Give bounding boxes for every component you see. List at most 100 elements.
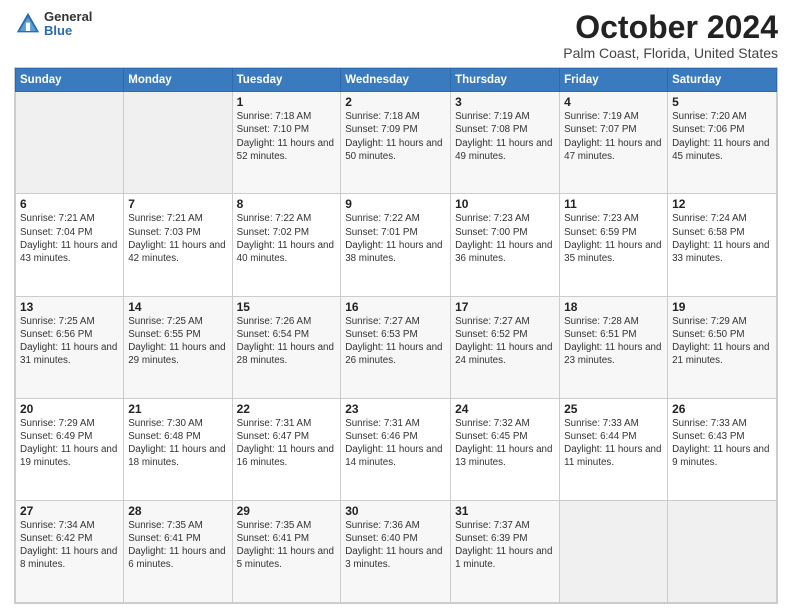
calendar-cell: 10Sunrise: 7:23 AM Sunset: 7:00 PM Dayli…	[451, 194, 560, 296]
day-info: Sunrise: 7:27 AM Sunset: 6:53 PM Dayligh…	[345, 315, 446, 368]
col-sunday: Sunday	[16, 69, 124, 92]
day-info: Sunrise: 7:23 AM Sunset: 7:00 PM Dayligh…	[455, 212, 555, 265]
calendar-table: Sunday Monday Tuesday Wednesday Thursday…	[15, 68, 777, 603]
day-number: 19	[672, 300, 772, 314]
calendar-cell: 29Sunrise: 7:35 AM Sunset: 6:41 PM Dayli…	[232, 500, 341, 602]
col-monday: Monday	[124, 69, 232, 92]
col-saturday: Saturday	[668, 69, 777, 92]
day-number: 24	[455, 402, 555, 416]
col-wednesday: Wednesday	[341, 69, 451, 92]
calendar: Sunday Monday Tuesday Wednesday Thursday…	[14, 67, 778, 604]
logo-blue: Blue	[44, 24, 92, 38]
day-number: 11	[564, 197, 663, 211]
day-info: Sunrise: 7:26 AM Sunset: 6:54 PM Dayligh…	[237, 315, 337, 368]
calendar-cell	[124, 92, 232, 194]
day-number: 14	[128, 300, 227, 314]
calendar-cell: 13Sunrise: 7:25 AM Sunset: 6:56 PM Dayli…	[16, 296, 124, 398]
calendar-cell: 28Sunrise: 7:35 AM Sunset: 6:41 PM Dayli…	[124, 500, 232, 602]
day-info: Sunrise: 7:18 AM Sunset: 7:10 PM Dayligh…	[237, 110, 337, 163]
title-block: October 2024 Palm Coast, Florida, United…	[563, 10, 778, 61]
calendar-cell: 31Sunrise: 7:37 AM Sunset: 6:39 PM Dayli…	[451, 500, 560, 602]
day-info: Sunrise: 7:27 AM Sunset: 6:52 PM Dayligh…	[455, 315, 555, 368]
logo-general: General	[44, 10, 92, 24]
day-info: Sunrise: 7:18 AM Sunset: 7:09 PM Dayligh…	[345, 110, 446, 163]
header: General Blue October 2024 Palm Coast, Fl…	[14, 10, 778, 61]
day-number: 28	[128, 504, 227, 518]
day-info: Sunrise: 7:31 AM Sunset: 6:47 PM Dayligh…	[237, 417, 337, 470]
day-info: Sunrise: 7:28 AM Sunset: 6:51 PM Dayligh…	[564, 315, 663, 368]
day-number: 17	[455, 300, 555, 314]
day-info: Sunrise: 7:35 AM Sunset: 6:41 PM Dayligh…	[128, 519, 227, 572]
day-info: Sunrise: 7:19 AM Sunset: 7:08 PM Dayligh…	[455, 110, 555, 163]
logo-text: General Blue	[44, 10, 92, 39]
day-number: 13	[20, 300, 119, 314]
day-info: Sunrise: 7:36 AM Sunset: 6:40 PM Dayligh…	[345, 519, 446, 572]
calendar-week-3: 13Sunrise: 7:25 AM Sunset: 6:56 PM Dayli…	[16, 296, 777, 398]
day-info: Sunrise: 7:29 AM Sunset: 6:50 PM Dayligh…	[672, 315, 772, 368]
calendar-cell: 12Sunrise: 7:24 AM Sunset: 6:58 PM Dayli…	[668, 194, 777, 296]
calendar-cell: 17Sunrise: 7:27 AM Sunset: 6:52 PM Dayli…	[451, 296, 560, 398]
calendar-cell: 2Sunrise: 7:18 AM Sunset: 7:09 PM Daylig…	[341, 92, 451, 194]
page: General Blue October 2024 Palm Coast, Fl…	[0, 0, 792, 612]
calendar-body: 1Sunrise: 7:18 AM Sunset: 7:10 PM Daylig…	[16, 92, 777, 603]
calendar-cell: 20Sunrise: 7:29 AM Sunset: 6:49 PM Dayli…	[16, 398, 124, 500]
page-subtitle: Palm Coast, Florida, United States	[563, 45, 778, 61]
day-number: 9	[345, 197, 446, 211]
calendar-cell: 3Sunrise: 7:19 AM Sunset: 7:08 PM Daylig…	[451, 92, 560, 194]
logo: General Blue	[14, 10, 92, 39]
day-number: 8	[237, 197, 337, 211]
calendar-week-1: 1Sunrise: 7:18 AM Sunset: 7:10 PM Daylig…	[16, 92, 777, 194]
day-number: 16	[345, 300, 446, 314]
day-info: Sunrise: 7:31 AM Sunset: 6:46 PM Dayligh…	[345, 417, 446, 470]
day-number: 2	[345, 95, 446, 109]
calendar-cell: 25Sunrise: 7:33 AM Sunset: 6:44 PM Dayli…	[560, 398, 668, 500]
calendar-cell	[668, 500, 777, 602]
day-number: 15	[237, 300, 337, 314]
calendar-cell: 27Sunrise: 7:34 AM Sunset: 6:42 PM Dayli…	[16, 500, 124, 602]
calendar-cell: 15Sunrise: 7:26 AM Sunset: 6:54 PM Dayli…	[232, 296, 341, 398]
calendar-cell: 18Sunrise: 7:28 AM Sunset: 6:51 PM Dayli…	[560, 296, 668, 398]
calendar-cell: 7Sunrise: 7:21 AM Sunset: 7:03 PM Daylig…	[124, 194, 232, 296]
day-info: Sunrise: 7:35 AM Sunset: 6:41 PM Dayligh…	[237, 519, 337, 572]
day-info: Sunrise: 7:33 AM Sunset: 6:43 PM Dayligh…	[672, 417, 772, 470]
calendar-cell: 23Sunrise: 7:31 AM Sunset: 6:46 PM Dayli…	[341, 398, 451, 500]
col-friday: Friday	[560, 69, 668, 92]
day-number: 10	[455, 197, 555, 211]
calendar-cell: 9Sunrise: 7:22 AM Sunset: 7:01 PM Daylig…	[341, 194, 451, 296]
day-info: Sunrise: 7:21 AM Sunset: 7:03 PM Dayligh…	[128, 212, 227, 265]
day-number: 4	[564, 95, 663, 109]
day-number: 22	[237, 402, 337, 416]
day-info: Sunrise: 7:23 AM Sunset: 6:59 PM Dayligh…	[564, 212, 663, 265]
day-info: Sunrise: 7:25 AM Sunset: 6:56 PM Dayligh…	[20, 315, 119, 368]
day-number: 20	[20, 402, 119, 416]
day-info: Sunrise: 7:25 AM Sunset: 6:55 PM Dayligh…	[128, 315, 227, 368]
day-number: 23	[345, 402, 446, 416]
day-number: 6	[20, 197, 119, 211]
day-info: Sunrise: 7:30 AM Sunset: 6:48 PM Dayligh…	[128, 417, 227, 470]
calendar-cell: 14Sunrise: 7:25 AM Sunset: 6:55 PM Dayli…	[124, 296, 232, 398]
col-tuesday: Tuesday	[232, 69, 341, 92]
day-number: 29	[237, 504, 337, 518]
calendar-cell: 11Sunrise: 7:23 AM Sunset: 6:59 PM Dayli…	[560, 194, 668, 296]
page-title: October 2024	[563, 10, 778, 45]
day-number: 21	[128, 402, 227, 416]
day-info: Sunrise: 7:19 AM Sunset: 7:07 PM Dayligh…	[564, 110, 663, 163]
calendar-cell: 5Sunrise: 7:20 AM Sunset: 7:06 PM Daylig…	[668, 92, 777, 194]
calendar-cell: 30Sunrise: 7:36 AM Sunset: 6:40 PM Dayli…	[341, 500, 451, 602]
calendar-cell: 21Sunrise: 7:30 AM Sunset: 6:48 PM Dayli…	[124, 398, 232, 500]
calendar-week-4: 20Sunrise: 7:29 AM Sunset: 6:49 PM Dayli…	[16, 398, 777, 500]
day-info: Sunrise: 7:22 AM Sunset: 7:01 PM Dayligh…	[345, 212, 446, 265]
calendar-cell: 1Sunrise: 7:18 AM Sunset: 7:10 PM Daylig…	[232, 92, 341, 194]
day-number: 5	[672, 95, 772, 109]
day-number: 27	[20, 504, 119, 518]
calendar-cell: 22Sunrise: 7:31 AM Sunset: 6:47 PM Dayli…	[232, 398, 341, 500]
day-info: Sunrise: 7:29 AM Sunset: 6:49 PM Dayligh…	[20, 417, 119, 470]
day-number: 18	[564, 300, 663, 314]
calendar-cell: 4Sunrise: 7:19 AM Sunset: 7:07 PM Daylig…	[560, 92, 668, 194]
day-info: Sunrise: 7:32 AM Sunset: 6:45 PM Dayligh…	[455, 417, 555, 470]
header-row: Sunday Monday Tuesday Wednesday Thursday…	[16, 69, 777, 92]
day-number: 25	[564, 402, 663, 416]
calendar-cell: 6Sunrise: 7:21 AM Sunset: 7:04 PM Daylig…	[16, 194, 124, 296]
day-info: Sunrise: 7:34 AM Sunset: 6:42 PM Dayligh…	[20, 519, 119, 572]
day-number: 31	[455, 504, 555, 518]
